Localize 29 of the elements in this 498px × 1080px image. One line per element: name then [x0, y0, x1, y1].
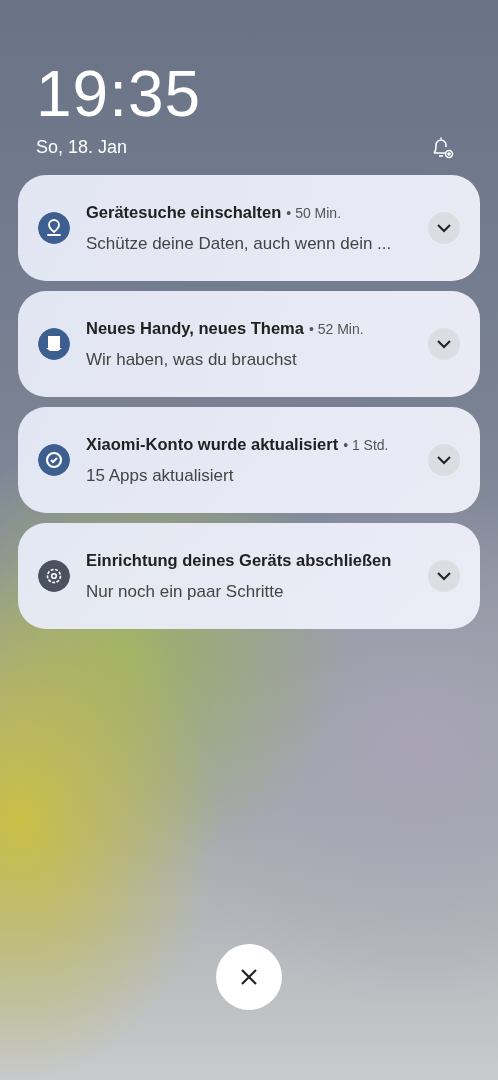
notification-time: • 52 Min.	[308, 319, 364, 339]
notification-text: Wir haben, was du brauchst	[86, 348, 298, 371]
expand-button[interactable]	[428, 560, 460, 592]
check-icon	[38, 444, 70, 476]
location-pin-icon	[38, 212, 70, 244]
notification-title: Gerätesuche einschalten	[86, 201, 282, 223]
notification-title: Neues Handy, neues Thema	[86, 317, 304, 339]
notification-title: Einrichtung deines Geräts abschließen	[86, 549, 392, 571]
notification-card[interactable]: Gerätesuche einschalten • 50 Min. Schütze deine Daten, auch wenn dein ...	[18, 175, 480, 281]
chevron-down-icon	[436, 339, 452, 349]
notification-time: • 1 Std.	[343, 435, 389, 455]
clock-time: 19:35	[36, 62, 203, 126]
chevron-down-icon	[436, 455, 452, 465]
gear-icon	[38, 560, 70, 592]
chevron-down-icon	[436, 571, 452, 581]
expand-button[interactable]	[428, 212, 460, 244]
notification-card[interactable]: Neues Handy, neues Thema • 52 Min. Wir haben, was du brauchst	[18, 291, 480, 397]
notification-text: Nur noch ein paar Schritte	[86, 580, 285, 603]
close-icon	[240, 968, 258, 986]
notification-card[interactable]: Einrichtung deines Geräts abschließen Nur noch ein paar Schritte	[18, 523, 480, 629]
notification-text: Schütze deine Daten, auch wenn dein ...	[86, 232, 393, 255]
notification-text: 15 Apps aktualisiert	[86, 464, 235, 487]
notification-time: • 50 Min.	[286, 203, 342, 223]
expand-button[interactable]	[428, 328, 460, 360]
notification-title: Xiaomi-Konto wurde aktualisiert	[86, 433, 339, 455]
chevron-down-icon	[436, 223, 452, 233]
notification-card[interactable]: Xiaomi-Konto wurde aktualisiert • 1 Std. 15 Apps aktualisiert	[18, 407, 480, 513]
expand-button[interactable]	[428, 444, 460, 476]
date-text: So, 18. Jan	[36, 136, 128, 159]
